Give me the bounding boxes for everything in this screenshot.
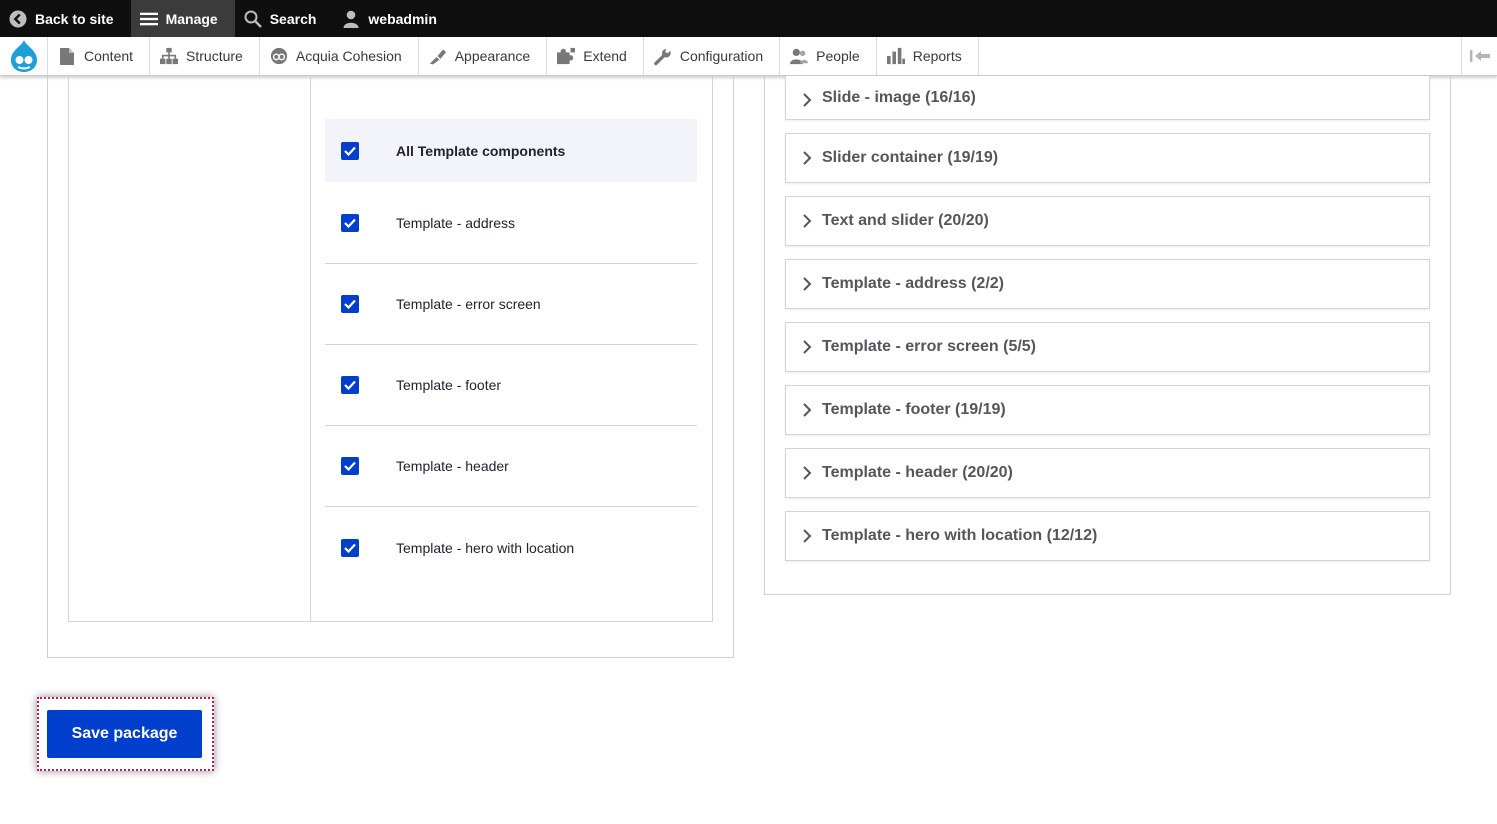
tray-item-configuration[interactable]: Configuration [644, 37, 781, 75]
user-icon [342, 10, 360, 28]
paintbrush-icon [429, 47, 447, 65]
checkbox-label: Template - error screen [396, 296, 541, 312]
chevron-right-icon [803, 340, 812, 354]
save-package-button[interactable]: Save package [47, 710, 202, 758]
checkbox-row[interactable]: Template - error screen [325, 264, 697, 345]
chevron-right-icon [803, 277, 812, 291]
admin-toolbar: Back to site Manage Search webadmin [0, 0, 1497, 37]
accordion-item[interactable]: Template - footer (19/19) [785, 385, 1430, 435]
tray-item-label: Acquia Cohesion [295, 48, 402, 64]
tray-item-label: Configuration [679, 48, 764, 64]
cohesion-icon [270, 47, 288, 65]
checkbox-label: Template - header [396, 458, 509, 474]
tray-item-label: Reports [912, 48, 962, 64]
checkbox-row-all[interactable]: All Template components [325, 119, 697, 182]
search-icon [244, 10, 262, 28]
manage-tab[interactable]: Manage [130, 0, 235, 37]
accordion-label: Template - hero with location (12/12) [822, 527, 1098, 544]
chevron-right-icon [803, 93, 812, 107]
checkbox-checked-icon[interactable] [341, 376, 359, 394]
sitemap-icon [160, 47, 179, 65]
checkbox-label: All Template components [396, 142, 566, 159]
tray-item-reports[interactable]: Reports [877, 37, 979, 75]
tray-item-label: Structure [186, 48, 243, 64]
accordion-item[interactable]: Template - address (2/2) [785, 259, 1430, 309]
accordion-item[interactable]: Template - header (20/20) [785, 448, 1430, 498]
accordion-label: Template - header (20/20) [822, 464, 1013, 481]
manage-label: Manage [165, 10, 218, 27]
tray-item-label: Content [84, 48, 134, 64]
tray-item-label: People [816, 48, 860, 64]
checkbox-label: Template - hero with location [396, 539, 575, 556]
accordion-label: Template - address (2/2) [822, 275, 1004, 292]
user-tab[interactable]: webadmin [333, 0, 453, 37]
search-tab[interactable]: Search [235, 0, 334, 37]
chevron-right-icon [803, 466, 812, 480]
chevron-right-icon [803, 214, 812, 228]
accordion-label: Slider container (19/19) [822, 149, 999, 166]
accordion-item[interactable]: Slider container (19/19) [785, 133, 1430, 183]
hamburger-icon [139, 10, 158, 28]
chevron-right-icon [803, 151, 812, 165]
checkbox-checked-icon[interactable] [341, 214, 359, 232]
puzzle-icon [557, 47, 576, 65]
tray-item-content[interactable]: Content [48, 37, 151, 75]
back-to-site-label: Back to site [35, 10, 114, 27]
wrench-icon [654, 47, 672, 65]
checkbox-label: Template - address [396, 215, 516, 231]
people-icon [790, 47, 809, 65]
back-to-site-link[interactable]: Back to site [0, 0, 131, 37]
checkbox-checked-icon[interactable] [341, 457, 359, 475]
checkbox-checked-icon[interactable] [341, 295, 359, 313]
back-arrow-icon [9, 10, 27, 28]
user-label: webadmin [368, 10, 437, 27]
tray-item-appearance[interactable]: Appearance [419, 37, 548, 75]
checkbox-checked-icon[interactable] [341, 141, 359, 160]
chevron-right-icon [803, 529, 812, 543]
tray-item-structure[interactable]: Structure [150, 37, 260, 75]
checkbox-checked-icon[interactable] [341, 538, 359, 557]
tray-item-acquia-cohesion[interactable]: Acquia Cohesion [260, 37, 419, 75]
checkbox-row[interactable]: Template - footer [325, 345, 697, 426]
tray-item-extend[interactable]: Extend [547, 37, 644, 75]
accordion-item[interactable]: Template - error screen (5/5) [785, 322, 1430, 372]
column-divider [310, 76, 311, 621]
tray-item-label: Appearance [454, 48, 531, 64]
page-icon [58, 47, 76, 65]
accordion-label: Template - footer (19/19) [822, 401, 1006, 418]
checkbox-label: Template - footer [396, 377, 502, 393]
bar-chart-icon [886, 47, 905, 65]
admin-tray: Content Structure Acquia Cohesion Appear… [0, 37, 1497, 76]
checkbox-row[interactable]: Template - header [325, 426, 697, 507]
collapse-tray-button[interactable] [1461, 37, 1497, 75]
drupal-logo[interactable] [0, 37, 48, 75]
accordion-label: Template - error screen (5/5) [822, 338, 1037, 355]
tray-item-people[interactable]: People [780, 37, 877, 75]
collapse-arrow-icon [1469, 50, 1490, 62]
checkbox-row[interactable]: Template - address [325, 183, 697, 264]
chevron-right-icon [803, 403, 812, 417]
search-label: Search [269, 10, 317, 27]
checkbox-row[interactable]: Template - hero with location [325, 507, 697, 588]
tray-item-label: Extend [583, 48, 627, 64]
accordion-item[interactable]: Template - hero with location (12/12) [785, 511, 1430, 561]
drupal-drop-icon [10, 40, 37, 72]
accordion-label: Text and slider (20/20) [822, 212, 989, 229]
accordion-item[interactable]: Text and slider (20/20) [785, 196, 1430, 246]
accordion-item[interactable]: Slide - image (16/16) [785, 76, 1430, 120]
accordion-label: Slide - image (16/16) [822, 88, 976, 106]
